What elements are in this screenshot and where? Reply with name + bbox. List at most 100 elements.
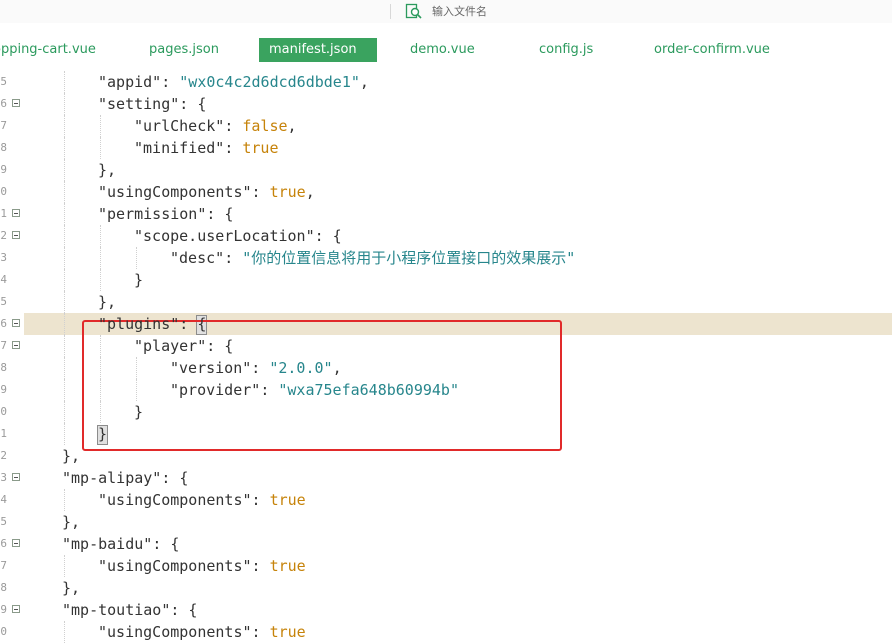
code-token: : [224,117,243,135]
code-token: "urlCheck" [134,117,225,135]
indent-guide [64,115,66,137]
fold-toggle-icon[interactable] [12,319,20,327]
code-line[interactable]: 8 "minified": true [0,137,892,159]
code-token: "minified" [134,139,225,157]
fold-toggle-icon[interactable] [12,209,20,217]
code-line[interactable]: 9}, [0,159,892,181]
tab-config-js[interactable]: config.js [539,38,593,62]
code-line[interactable]: 0 "usingComponents": true, [0,181,892,203]
code-text: "desc": "你的位置信息将用于小程序位置接口的效果展示" [170,247,575,269]
tab-bar: opping-cart.vue pages.json manifest.json… [0,35,892,65]
code-text: }, [62,445,80,467]
code-text: "plugins": { [98,313,206,335]
indent-guide [64,357,66,379]
code-text: }, [62,577,80,599]
code-line[interactable]: 3 "mp-alipay": { [0,467,892,489]
code-token: "usingComponents" [98,183,252,201]
indent-guide [64,423,66,445]
fold-toggle-icon[interactable] [12,539,20,547]
tab-manifest-json[interactable]: manifest.json [259,38,377,62]
line-number: 9 [0,603,7,616]
code-token: : [251,623,270,641]
code-token: "usingComponents" [98,557,252,575]
code-token: "你的位置信息将用于小程序位置接口的效果展示" [242,249,576,267]
code-line[interactable]: 6 "setting": { [0,93,892,115]
code-token: , [332,359,342,377]
file-search-input[interactable] [432,2,732,20]
code-text: "version": "2.0.0", [170,357,342,379]
indent-guide [64,379,66,401]
code-token: true [269,491,306,509]
line-number: 3 [0,471,7,484]
fold-toggle-icon[interactable] [12,99,20,107]
code-text: "urlCheck": false, [134,115,297,137]
code-token: "usingComponents" [98,491,252,509]
indent-guide [64,247,66,269]
line-number: 9 [0,163,7,176]
search-file-icon[interactable] [405,3,423,20]
code-line[interactable]: 2 "scope.userLocation": { [0,225,892,247]
code-line[interactable]: 4} [0,269,892,291]
code-line[interactable]: 5 "appid": "wx0c4c2d6dcd6dbde1", [0,71,892,93]
code-token: true [269,623,306,641]
tab-shopping-cart[interactable]: opping-cart.vue [0,38,96,62]
code-token: : { [170,601,198,619]
divider [390,4,391,19]
code-token: : [224,139,243,157]
indent-guide [64,181,66,203]
fold-toggle-icon[interactable] [12,605,20,613]
fold-toggle-icon[interactable] [12,341,20,349]
code-token: : [251,557,270,575]
code-line[interactable]: 8}, [0,577,892,599]
indent-guide [64,71,66,93]
code-line[interactable]: 3 "desc": "你的位置信息将用于小程序位置接口的效果展示" [0,247,892,269]
line-number: 1 [0,207,7,220]
code-line[interactable]: 0 "usingComponents": true [0,621,892,643]
code-line[interactable]: 1 "permission": { [0,203,892,225]
indent-guide [64,137,66,159]
fold-toggle-icon[interactable] [12,231,20,239]
code-line[interactable]: 7 "usingComponents": true [0,555,892,577]
code-token: "mp-alipay" [62,469,162,487]
code-line[interactable]: 9 "mp-toutiao": { [0,599,892,621]
line-number: 5 [0,295,7,308]
code-line[interactable]: 6 "mp-baidu": { [0,533,892,555]
code-token: } [134,271,144,289]
tab-demo-vue[interactable]: demo.vue [410,38,475,62]
code-line[interactable]: 5}, [0,291,892,313]
code-token: "player" [134,337,207,355]
indent-guide [64,93,66,115]
code-token: "mp-baidu" [62,535,153,553]
code-text: "mp-baidu": { [62,533,179,555]
code-text: "mp-alipay": { [62,467,188,489]
code-token: : { [314,227,342,245]
code-token: } [98,425,108,443]
indent-guide [64,335,66,357]
code-line[interactable]: 7 "urlCheck": false, [0,115,892,137]
line-number: 0 [0,625,7,638]
indent-guide [100,247,102,269]
code-token: : { [152,535,180,553]
tab-order-confirm-vue[interactable]: order-confirm.vue [654,38,770,62]
code-line[interactable]: 4 "usingComponents": true [0,489,892,511]
code-token: : { [206,337,234,355]
line-number: 5 [0,75,7,88]
code-text: "minified": true [134,137,279,159]
code-token: : [260,381,279,399]
code-token: "wxa75efa648b60994b" [278,381,459,399]
indent-guide [64,203,66,225]
code-token: "permission" [98,205,207,223]
code-token: true [242,139,279,157]
line-number: 9 [0,383,7,396]
line-number: 8 [0,581,7,594]
fold-toggle-icon[interactable] [12,473,20,481]
code-text: }, [62,511,80,533]
code-token: : [251,183,270,201]
tab-pages-json[interactable]: pages.json [149,38,219,62]
code-token: "usingComponents" [98,623,252,641]
code-line[interactable]: 5}, [0,511,892,533]
code-text: "usingComponents": true, [98,181,315,203]
code-token: false [242,117,288,135]
code-token: "mp-toutiao" [62,601,171,619]
code-token: "wx0c4c2d6dcd6dbde1" [179,73,360,91]
